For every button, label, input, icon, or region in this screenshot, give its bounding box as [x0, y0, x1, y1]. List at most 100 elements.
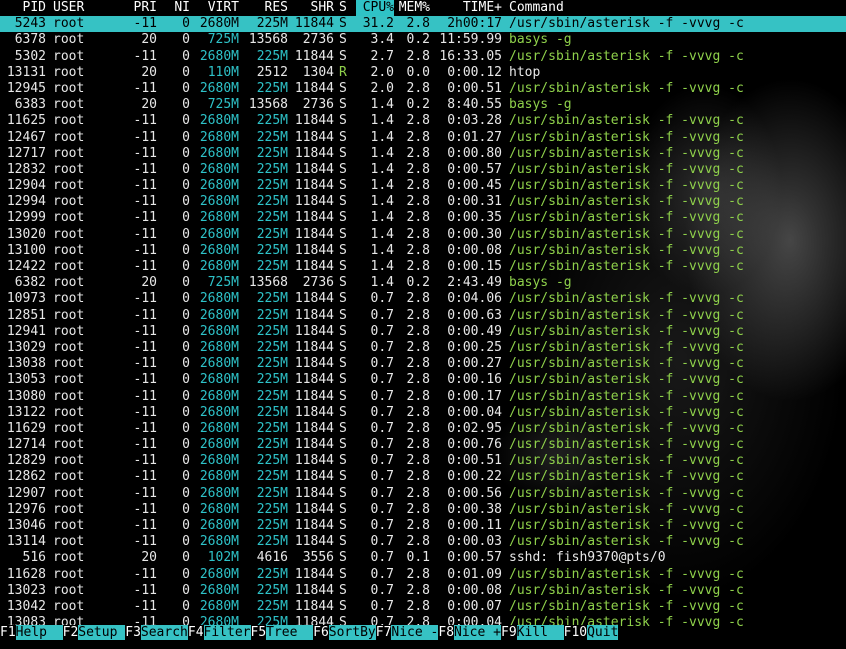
fkey-f7[interactable]: F7Nice -	[375, 625, 439, 640]
process-row[interactable]: 11629 root -11 0 2680M 225M 11844 S 0.7 2.8 0:02.9…	[0, 421, 846, 437]
fkey-f3[interactable]: F3Search	[125, 625, 188, 640]
header-user[interactable]: USER	[53, 0, 93, 16]
process-row[interactable]: 13100 root -11 0 2680M 225M 11844 S 1.4 2.8 0:00.0…	[0, 243, 846, 259]
process-row[interactable]: 12994 root -11 0 2680M 225M 11844 S 1.4 2.8 0:00.3…	[0, 194, 846, 210]
process-row[interactable]: 12717 root -11 0 2680M 225M 11844 S 1.4 2.8 0:00.8…	[0, 146, 846, 162]
fkey-f8[interactable]: F8Nice +	[438, 625, 501, 640]
time-cell: 0:00.51	[447, 453, 502, 469]
virt-cell: 2680M	[199, 518, 239, 533]
fkey-f1[interactable]: F1Help	[0, 625, 63, 640]
fkey-key: F6	[313, 625, 329, 640]
pid-cell: 12994	[6, 194, 46, 210]
command-cell: /usr/sbin/asterisk -f -vvvg -c	[509, 178, 744, 194]
process-row[interactable]: 13046 root -11 0 2680M 225M 11844 S 0.7 2.8 0:00.1…	[0, 518, 846, 534]
process-row[interactable]: 12832 root -11 0 2680M 225M 11844 S 1.4 2.8 0:00.5…	[0, 162, 846, 178]
process-row[interactable]: 13023 root -11 0 2680M 225M 11844 S 0.7 2.8 0:00.0…	[0, 583, 846, 599]
user-cell: root	[53, 420, 85, 436]
header-ni[interactable]: NI	[166, 0, 190, 16]
user-cell: root	[53, 356, 85, 372]
header-cpu[interactable]: CPU%	[356, 0, 394, 17]
process-row[interactable]: 13053 root -11 0 2680M 225M 11844 S 0.7 2.8 0:00.1…	[0, 372, 846, 388]
command-cell: /usr/sbin/asterisk -f -vvvg -c	[509, 48, 744, 64]
pid-cell: 12945	[6, 80, 46, 96]
process-row[interactable]: 12945 root -11 0 2680M 225M 11844 S 2.0 2.8 0:00.5…	[0, 81, 846, 97]
process-row[interactable]: 5302 root -11 0 2680M 225M 11844 S 2.7 2.8 16:33.0…	[0, 49, 846, 65]
shr-cell: 11844	[294, 485, 334, 501]
virt-cell: 2680M	[199, 48, 239, 64]
mem-cell: 2.8	[406, 372, 430, 388]
cpu-cell: 0.7	[370, 404, 394, 420]
process-row[interactable]: 12851 root -11 0 2680M 225M 11844 S 0.7 2.8 0:00.6…	[0, 308, 846, 324]
process-row[interactable]: 12862 root -11 0 2680M 225M 11844 S 0.7 2.8 0:00.2…	[0, 469, 846, 485]
virt-cell: 2680M	[199, 356, 239, 372]
res-cell: 225M	[256, 113, 288, 129]
process-row[interactable]: 6383 root 20 0 725M 13568 2736 S 1.4 0.2 8:40.55 ba…	[0, 97, 846, 113]
fkey-f4[interactable]: F4Filter	[187, 625, 251, 640]
process-row[interactable]: 10973 root -11 0 2680M 225M 11844 S 0.7 2.8 0:04.0…	[0, 291, 846, 307]
cpu-cell: 0.7	[370, 518, 394, 533]
process-row[interactable]: 13122 root -11 0 2680M 225M 11844 S 0.7 2.8 0:00.0…	[0, 405, 846, 421]
nice-cell: 0	[182, 145, 190, 161]
fkey-f10[interactable]: F10Quit	[563, 625, 619, 640]
priority-cell: 20	[141, 275, 157, 291]
fkey-f5[interactable]: F5Tree	[250, 625, 314, 640]
cpu-cell: 0.7	[370, 323, 394, 339]
time-cell: 0:00.03	[447, 534, 502, 550]
process-row[interactable]: 12976 root -11 0 2680M 225M 11844 S 0.7 2.8 0:00.3…	[0, 502, 846, 518]
cpu-cell: 1.4	[370, 242, 394, 258]
process-row[interactable]: 12941 root -11 0 2680M 225M 11844 S 0.7 2.8 0:00.4…	[0, 324, 846, 340]
process-row[interactable]: 12467 root -11 0 2680M 225M 11844 S 1.4 2.8 0:01.2…	[0, 130, 846, 146]
header-shr[interactable]: SHR	[291, 0, 334, 16]
virt-cell: 2680M	[199, 501, 239, 517]
virt-cell: 2680M	[199, 453, 239, 469]
process-row[interactable]: 12829 root -11 0 2680M 225M 11844 S 0.7 2.8 0:00.5…	[0, 453, 846, 469]
fkey-f2[interactable]: F2Setup	[62, 625, 126, 640]
process-row-selected[interactable]: 5243 root -11 0 2680M 225M 11844 S 31.2 2.8 2h00:1…	[0, 16, 846, 33]
res-cell: 225M	[256, 582, 288, 598]
process-row[interactable]: 13029 root -11 0 2680M 225M 11844 S 0.7 2.8 0:00.2…	[0, 340, 846, 356]
header-res[interactable]: RES	[245, 0, 288, 16]
process-row[interactable]: 11625 root -11 0 2680M 225M 11844 S 1.4 2.8 0:03.2…	[0, 113, 846, 129]
pid-cell: 12714	[6, 437, 46, 453]
process-row[interactable]: 13038 root -11 0 2680M 225M 11844 S 0.7 2.8 0:00.2…	[0, 356, 846, 372]
header-pri[interactable]: PRI	[129, 0, 157, 16]
header-state[interactable]: S	[339, 0, 351, 16]
process-row[interactable]: 13020 root -11 0 2680M 225M 11844 S 1.4 2.8 0:00.3…	[0, 227, 846, 243]
header-time[interactable]: TIME+	[435, 0, 502, 16]
header-pid[interactable]: PID	[5, 0, 46, 16]
process-row[interactable]: 13114 root -11 0 2680M 225M 11844 S 0.7 2.8 0:00.0…	[0, 534, 846, 550]
process-row[interactable]: 12422 root -11 0 2680M 225M 11844 S 1.4 2.8 0:00.1…	[0, 259, 846, 275]
priority-cell: -11	[133, 339, 157, 355]
time-cell: 0:00.07	[447, 598, 502, 614]
header-virt[interactable]: VIRT	[193, 0, 239, 16]
cpu-cell: 0.7	[370, 534, 394, 550]
process-row[interactable]: 13042 root -11 0 2680M 225M 11844 S 0.7 2.8 0:00.0…	[0, 599, 846, 615]
process-row[interactable]: 516 root 20 0 102M 4616 3556 S 0.7 0.1 0:00.57 sshd…	[0, 550, 846, 566]
shr-cell: 11844	[294, 113, 334, 129]
process-row[interactable]: 12714 root -11 0 2680M 225M 11844 S 0.7 2.8 0:00.7…	[0, 437, 846, 453]
user-cell: root	[53, 404, 85, 420]
fkey-f6[interactable]: F6SortBy	[313, 625, 376, 640]
fkey-f9[interactable]: F9Kill	[501, 625, 564, 640]
mem-cell: 2.8	[406, 48, 430, 64]
command-cell: basys -g	[509, 275, 572, 291]
priority-cell: -11	[133, 226, 157, 242]
command-cell: /usr/sbin/asterisk -f -vvvg -c	[509, 534, 744, 550]
process-row[interactable]: 12907 root -11 0 2680M 225M 11844 S 0.7 2.8 0:00.5…	[0, 486, 846, 502]
process-row[interactable]: 12999 root -11 0 2680M 225M 11844 S 1.4 2.8 0:00.3…	[0, 210, 846, 226]
virt-cell: 725M	[207, 275, 239, 291]
process-row[interactable]: 11628 root -11 0 2680M 225M 11844 S 0.7 2.8 0:01.0…	[0, 567, 846, 583]
header-command[interactable]: Command	[509, 0, 564, 16]
header-mem[interactable]: MEM%	[397, 0, 430, 16]
process-row[interactable]: 6382 root 20 0 725M 13568 2736 S 1.4 0.2 2:43.49 ba…	[0, 275, 846, 291]
res-cell: 225M	[256, 339, 288, 355]
process-row[interactable]: 13080 root -11 0 2680M 225M 11844 S 0.7 2.8 0:00.1…	[0, 389, 846, 405]
shr-cell: 11844	[294, 453, 334, 469]
time-cell: 0:01.27	[447, 129, 502, 145]
mem-cell: 2.8	[406, 534, 430, 550]
process-row[interactable]: 6378 root 20 0 725M 13568 2736 S 3.4 0.2 11:59.99 b…	[0, 32, 846, 48]
pid-cell: 13053	[6, 372, 46, 388]
process-row[interactable]: 13131 root 20 0 110M 2512 1304 R 2.0 0.0 0:00.12 ht…	[0, 65, 846, 81]
fkey-key: F10	[563, 625, 588, 640]
process-row[interactable]: 12904 root -11 0 2680M 225M 11844 S 1.4 2.8 0:00.4…	[0, 178, 846, 194]
